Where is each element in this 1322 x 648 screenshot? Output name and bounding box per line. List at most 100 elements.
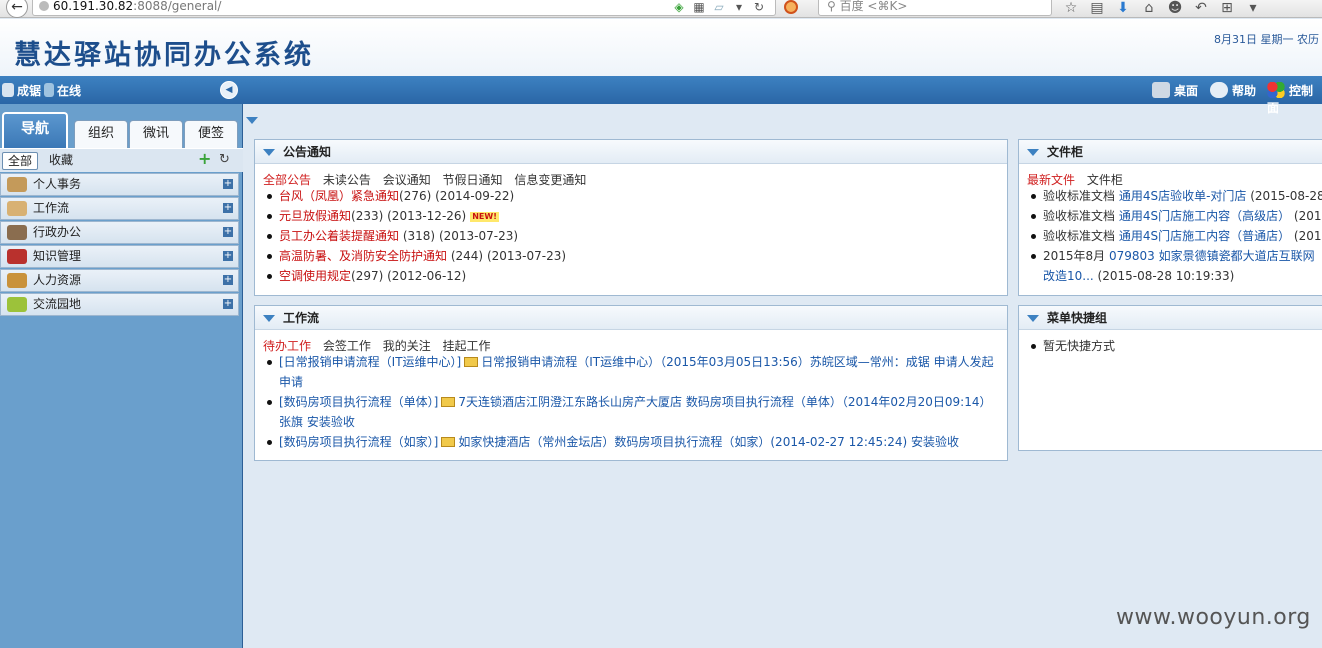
reload-icon[interactable]: ↻ (752, 0, 766, 14)
list-item: 台风（凤凰）紧急通知(276) (2014-09-22) (263, 186, 999, 206)
cube-icon[interactable]: ▱ (712, 0, 726, 14)
expand-icon[interactable]: + (223, 227, 233, 237)
shortcut-group-panel: 菜单快捷组 暂无快捷方式 (1018, 305, 1322, 451)
tab-info-change-notices[interactable]: 信息变更通知 (514, 173, 586, 187)
tab-org[interactable]: 组织 (74, 120, 128, 148)
work-item-link[interactable]: 如家快捷酒店（常州金坛店）数码房项目执行流程（如家）(2014-02-27 12… (458, 435, 959, 449)
shortcut-group-header[interactable]: 菜单快捷组 (1019, 306, 1322, 330)
workflow-header[interactable]: 工作流 (255, 306, 1007, 330)
list-item: 元旦放假通知(233) (2013-12-26) NEW! (263, 206, 999, 226)
tab-messages[interactable]: 微讯 (129, 120, 183, 148)
file-category: 2015年8月 (1043, 249, 1109, 263)
shield-icon[interactable]: ◈ (672, 0, 686, 14)
sidebar-item-knowledge[interactable]: 知识管理 + (0, 245, 239, 268)
tab-latest-files[interactable]: 最新文件 (1027, 173, 1075, 187)
tab-holiday-notices[interactable]: 节假日通知 (443, 173, 503, 187)
announcement-tabs: 全部公告 未读公告 会议通知 节假日通知 信息变更通知 (255, 164, 1007, 187)
sidebar-item-workflow[interactable]: 工作流 + (0, 197, 239, 220)
dropdown-icon[interactable]: ▾ (732, 0, 746, 14)
tab-my-follows[interactable]: 我的关注 (383, 339, 431, 353)
announcement-header[interactable]: 公告通知 (255, 140, 1007, 164)
tab-meeting-notices[interactable]: 会议通知 (383, 173, 431, 187)
mail-icon (441, 397, 456, 407)
search-input[interactable]: ⚲ 百度 <⌘K> (818, 0, 1052, 16)
undo-icon[interactable]: ↶ (1190, 0, 1212, 16)
collapse-triangle-icon[interactable] (263, 315, 275, 322)
file-link[interactable]: 通用4S门店施工内容（普通店） (1119, 229, 1290, 243)
expand-icon[interactable]: + (223, 203, 233, 213)
announcement-link[interactable]: 员工办公着装提醒通知 (279, 229, 399, 243)
content-menu-chevron-icon[interactable] (246, 117, 258, 124)
collapse-triangle-icon[interactable] (1027, 315, 1039, 322)
tab-all-announcements[interactable]: 全部公告 (263, 173, 311, 187)
expand-icon[interactable]: + (223, 179, 233, 189)
refresh-icon[interactable]: ↻ (219, 153, 232, 166)
header-date: 8月31日 星期一 农历 (1214, 33, 1319, 46)
block-icon[interactable] (784, 0, 798, 14)
workflow-panel: 工作流 待办工作 会签工作 我的关注 挂起工作 [日常报销申请流程（IT运维中心… (254, 305, 1008, 461)
view-count: (233) (351, 209, 384, 223)
download-icon[interactable]: ⬇ (1112, 0, 1134, 16)
file-link[interactable]: 通用4S店验收单-对门店 (1119, 189, 1247, 203)
list-item: 暂无快捷方式 (1027, 336, 1319, 356)
tab-countersign-work[interactable]: 会签工作 (323, 339, 371, 353)
expand-icon[interactable]: + (223, 299, 233, 309)
browser-toolbar: ← 60.191.30.82:8088/general/ ◈ ▦ ▱ ▾ ↻ ⚲ 百度 … (0, 0, 1322, 18)
tab-file-cabinet[interactable]: 文件柜 (1087, 173, 1123, 187)
help-link[interactable]: 帮助 (1210, 82, 1256, 99)
users-icon (1152, 82, 1170, 98)
announcement-link[interactable]: 高温防暑、及消防安全防护通知 (279, 249, 447, 263)
view-count: (297) (351, 269, 384, 283)
hr-folder-icon (7, 273, 27, 288)
chat-icon[interactable]: ☻ (1164, 0, 1186, 16)
file-date: (2015-08-28 10:19:33) (1093, 269, 1235, 283)
collapse-sidebar-button[interactable]: ◀ (220, 81, 238, 99)
tab-suspended-work[interactable]: 挂起工作 (443, 339, 491, 353)
qr-icon[interactable]: ▦ (692, 0, 706, 14)
sidebar-item-personal[interactable]: 个人事务 + (0, 173, 239, 196)
control-panel-link[interactable]: 控制面 (1267, 82, 1322, 116)
tab-nav[interactable]: 导航 (2, 112, 68, 148)
tab-unread-announcements[interactable]: 未读公告 (323, 173, 371, 187)
file-cabinet-header[interactable]: 文件柜 (1019, 140, 1322, 164)
sidebar-item-hr[interactable]: 人力资源 + (0, 269, 239, 292)
bookmark-star-icon[interactable]: ☆ (1060, 0, 1082, 16)
address-bar[interactable]: 60.191.30.82:8088/general/ (32, 0, 776, 16)
desktop-link[interactable]: 桌面 (1152, 82, 1198, 99)
announcement-link[interactable]: 空调使用规定 (279, 269, 351, 283)
crop-icon[interactable]: ⊞ (1216, 0, 1238, 16)
announcement-date: (2013-07-23) (486, 249, 567, 263)
url-bar-icons: ◈ ▦ ▱ ▾ ↻ (672, 0, 772, 14)
flow-type-link[interactable]: [日常报销申请流程（IT运维中心）] (279, 355, 461, 369)
tab-notes[interactable]: 便签 (184, 120, 238, 148)
sidebar-item-label: 人力资源 (33, 273, 82, 287)
sidebar-subbar: 全部 收藏 + ↻ (0, 148, 243, 172)
expand-icon[interactable]: + (223, 251, 233, 261)
online-status[interactable]: 在线 (44, 82, 81, 99)
subtab-all[interactable]: 全部 (2, 152, 39, 170)
tab-pending-work[interactable]: 待办工作 (263, 339, 311, 353)
sidebar-item-forum[interactable]: 交流园地 + (0, 293, 239, 316)
announcement-link[interactable]: 台风（凤凰）紧急通知 (279, 189, 399, 203)
desktop-label: 桌面 (1174, 84, 1199, 98)
sidebar-item-label: 知识管理 (33, 249, 82, 263)
flow-type-link[interactable]: [数码房项目执行流程（单体）] (279, 395, 438, 409)
collapse-triangle-icon[interactable] (263, 149, 275, 156)
add-icon[interactable]: + (198, 151, 211, 167)
file-link[interactable]: 通用4S门店施工内容（高级店） (1119, 209, 1290, 223)
home-icon[interactable]: ⌂ (1138, 0, 1160, 16)
menu-chevron-icon[interactable]: ▾ (1242, 0, 1264, 16)
view-count: (276) (399, 189, 432, 203)
list-item: 高温防暑、及消防安全防护通知 (244) (2013-07-23) (263, 246, 999, 266)
collapse-triangle-icon[interactable] (1027, 149, 1039, 156)
announcement-link[interactable]: 元旦放假通知 (279, 209, 351, 223)
list-item: 2015年8月 079803 如家景德镇瓷都大道店互联网改造10... (201… (1027, 246, 1319, 286)
expand-icon[interactable]: + (223, 275, 233, 285)
sidebar-item-admin[interactable]: 行政办公 + (0, 221, 239, 244)
subtab-favorites[interactable]: 收藏 (44, 152, 78, 170)
back-arrow-icon[interactable]: ← (6, 0, 28, 18)
list-icon[interactable]: ▤ (1086, 0, 1108, 16)
flow-type-link[interactable]: [数码房项目执行流程（如家）] (279, 435, 438, 449)
search-placeholder: 百度 <⌘K> (839, 0, 908, 13)
user-name-link[interactable]: 成锯 (2, 82, 41, 99)
